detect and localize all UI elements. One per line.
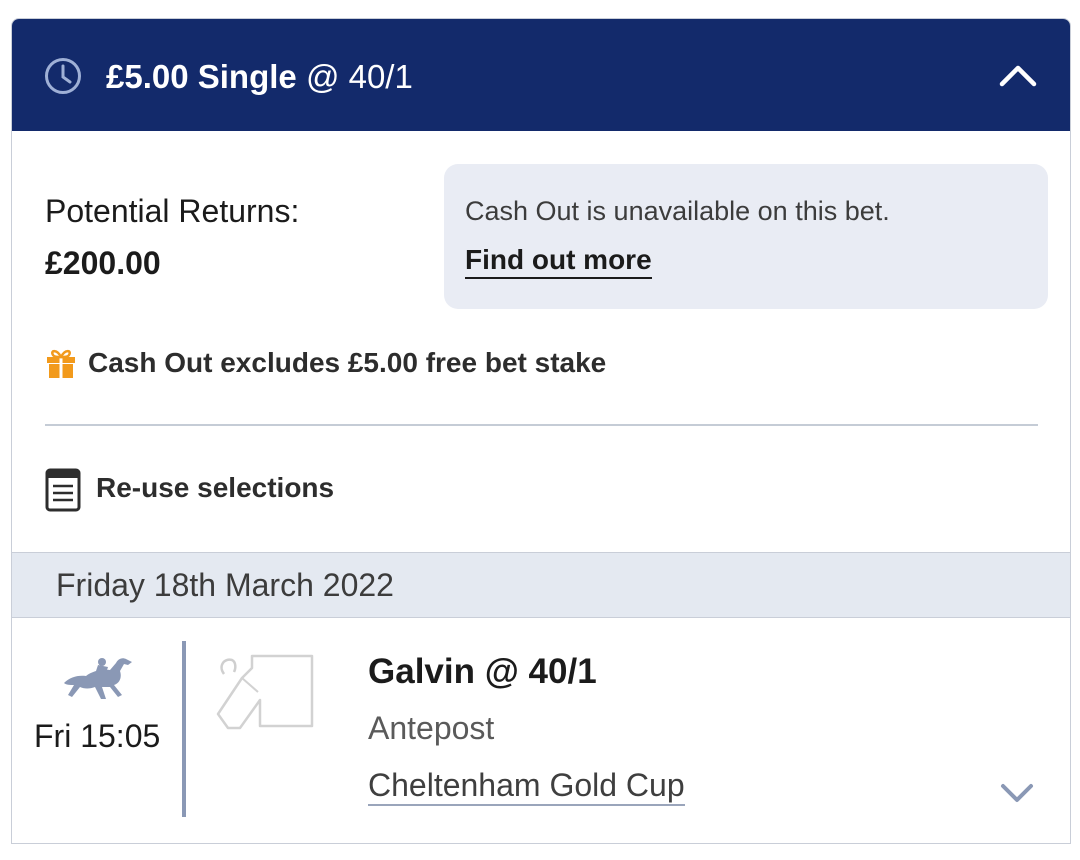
chevron-down-icon[interactable] <box>1000 781 1034 805</box>
selection-name: Galvin @ 40/1 <box>368 652 597 691</box>
date-header: Friday 18th March 2022 <box>12 552 1070 618</box>
bet-odds: @ 40/1 <box>305 58 413 95</box>
stake-type: £5.00 Single <box>106 58 297 95</box>
event-link[interactable]: Cheltenham Gold Cup <box>368 766 685 806</box>
bet-summary: £5.00 Single @ 40/1 <box>106 57 413 97</box>
race-time: Fri 15:05 <box>34 718 161 754</box>
gift-icon <box>47 349 75 378</box>
silks-icon <box>216 654 314 730</box>
bet-header[interactable]: £5.00 Single @ 40/1 <box>12 19 1070 131</box>
reuse-selections-button[interactable]: Re-use selections <box>96 471 334 505</box>
document-icon[interactable] <box>45 468 81 512</box>
potential-returns-value: £200.00 <box>45 245 161 281</box>
chevron-up-icon[interactable] <box>998 61 1038 89</box>
horse-racing-icon <box>64 658 132 699</box>
free-bet-note: Cash Out excludes £5.00 free bet stake <box>88 347 607 378</box>
divider <box>45 424 1038 426</box>
find-out-more-link[interactable]: Find out more <box>465 243 652 279</box>
bet-card: £5.00 Single @ 40/1 Potential Returns: £… <box>11 18 1071 844</box>
potential-returns-label: Potential Returns: <box>45 193 300 229</box>
vertical-separator <box>182 641 186 817</box>
cashout-message: Cash Out is unavailable on this bet. <box>465 196 890 226</box>
clock-icon <box>45 58 81 94</box>
date-text: Friday 18th March 2022 <box>56 567 394 603</box>
cashout-info-box: Cash Out is unavailable on this bet. Fin… <box>444 164 1048 309</box>
market-name: Antepost <box>368 710 495 746</box>
